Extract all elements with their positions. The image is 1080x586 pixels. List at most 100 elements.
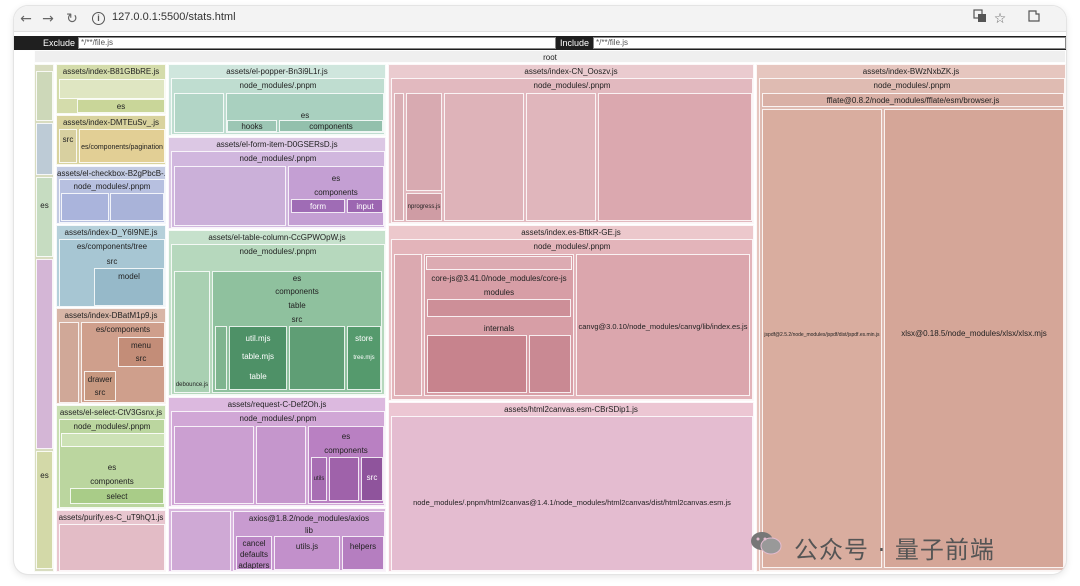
sub-block[interactable] [426, 256, 572, 270]
chunk-el-form-item[interactable]: assets/el-form-item-D0GSERsD.js node_mod… [168, 137, 386, 229]
sub-block[interactable] [598, 93, 752, 221]
sub-block[interactable] [394, 254, 422, 396]
sub-block[interactable]: input [347, 199, 383, 213]
sub-block[interactable]: node_modules/.pnpm [59, 179, 165, 223]
include-input[interactable]: */**/file.js [593, 37, 1066, 49]
sub-block[interactable] [526, 93, 596, 221]
chunk-index-cn[interactable]: assets/index-CN_Ooszv.js node_modules/.p… [388, 64, 754, 224]
sub-block[interactable] [444, 93, 524, 221]
side-block[interactable] [36, 259, 53, 449]
sub-block[interactable]: cancel defaults adapters [236, 536, 272, 570]
sub-block[interactable]: node_modules/.pnpm es components form in… [171, 151, 385, 228]
info-icon[interactable]: i [92, 12, 105, 25]
sub-block[interactable] [110, 193, 164, 221]
sub-block[interactable] [61, 193, 109, 221]
sub-block[interactable] [61, 433, 164, 447]
sub-block[interactable] [529, 335, 571, 393]
sub-block[interactable]: xlsx@0.18.5/node_modules/xlsx/xlsx.mjs [884, 109, 1064, 568]
side-block[interactable] [36, 71, 53, 121]
sub-block[interactable]: node_modules/.pnpm fflate@0.8.2/node_mod… [759, 78, 1065, 571]
exclude-input[interactable]: */**/file.js [78, 37, 556, 49]
back-icon[interactable]: ← [16, 9, 36, 29]
chunk-axios[interactable]: axios@1.8.2/node_modules/axios lib cance… [168, 508, 386, 572]
translate-icon[interactable] [970, 9, 990, 29]
sub-block[interactable] [59, 524, 165, 571]
sub-block[interactable]: node_modules/.pnpm es components utils s… [171, 411, 385, 506]
sub-block[interactable] [171, 511, 231, 571]
chunk-html2canvas[interactable]: assets/html2canvas.esm-CBrSDip1.js node_… [388, 402, 754, 572]
chunk-request[interactable]: assets/request-C-Def2Oh.js node_modules/… [168, 397, 386, 507]
chunk-el-popper[interactable]: assets/el-popper-Bn3i9L1r.js node_module… [168, 64, 386, 136]
side-strip[interactable]: es es [34, 64, 54, 572]
chunk-index-dmt[interactable]: assets/index-DMTEuSv_.js src es/componen… [56, 115, 166, 165]
chunk-index-b81[interactable]: assets/index-B81GBbRE.js es [56, 64, 166, 114]
sub-block[interactable]: nprogress.js [406, 193, 442, 221]
sub-block[interactable] [289, 326, 345, 390]
sub-block[interactable] [329, 457, 359, 501]
sub-block[interactable] [394, 93, 404, 221]
sub-block[interactable]: utils.js [274, 536, 340, 570]
sub-block[interactable] [59, 322, 79, 403]
sub-block[interactable]: form [291, 199, 345, 213]
reload-icon[interactable]: ↻ [62, 9, 82, 29]
sub-block[interactable]: core-js@3.41.0/node_modules/core-js modu… [424, 254, 574, 396]
sub-block[interactable] [215, 326, 227, 390]
sub-block[interactable] [256, 426, 306, 504]
sub-block[interactable]: node_modules/.pnpm core-js@3.41.0/node_m… [391, 239, 753, 400]
sub-block[interactable]: menu src [118, 337, 164, 367]
sub-block[interactable]: es hooks components [226, 93, 384, 133]
star-icon[interactable]: ☆ [990, 9, 1010, 29]
sub-block[interactable]: node_modules/.pnpm/html2canvas@1.4.1/nod… [391, 416, 753, 571]
sub-block[interactable]: helpers [342, 536, 384, 570]
sub-block[interactable]: drawer src [84, 371, 116, 401]
extensions-icon[interactable] [1024, 9, 1044, 29]
chunk-index-dbat[interactable]: assets/index-DBatM1p9.js es/components m… [56, 308, 166, 404]
sub-block[interactable]: node_modules/.pnpm es hooks components [171, 78, 385, 135]
sub-block[interactable]: hooks [227, 120, 277, 132]
sub-block[interactable] [427, 335, 527, 393]
chunk-el-select[interactable]: assets/el-select-CtV3Gsnx.js node_module… [56, 405, 166, 509]
side-block[interactable] [36, 123, 53, 175]
sub-block[interactable]: select [70, 488, 164, 504]
forward-icon[interactable]: → [38, 9, 58, 29]
sub-block[interactable]: model [94, 268, 164, 306]
sub-block[interactable]: es [77, 99, 165, 113]
sub-block[interactable]: es components utils src [308, 426, 384, 504]
address-bar[interactable]: i 127.0.0.1:5500/stats.html [88, 9, 968, 29]
sub-block[interactable]: node_modules/.pnpm debounce.js es compon… [171, 244, 385, 395]
sub-block[interactable]: fflate@0.8.2/node_modules/fflate/esm/bro… [762, 93, 1064, 107]
sub-block[interactable]: canvg@3.0.10/node_modules/canvg/lib/inde… [576, 254, 750, 396]
side-block[interactable]: es [36, 177, 53, 257]
sub-label: defaults [239, 550, 269, 559]
sub-block[interactable]: debounce.js [174, 271, 210, 393]
sub-block[interactable] [427, 299, 571, 317]
sub-block[interactable]: util.mjs table.mjs table [229, 326, 287, 390]
treemap-root[interactable]: root [34, 50, 1066, 63]
sub-block[interactable]: utils [311, 457, 327, 501]
sub-block[interactable]: node_modules/.pnpm es components select [59, 419, 165, 508]
chunk-purify[interactable]: assets/purify.es-C_uT9hQ1.js [56, 510, 166, 572]
sub-block[interactable]: es/components/pagination [79, 129, 165, 163]
sub-block[interactable]: components [279, 120, 383, 132]
sub-block[interactable]: es components table src util.mjs table.m… [212, 271, 382, 393]
sub-block[interactable]: src [361, 457, 383, 501]
sub-block[interactable] [174, 426, 254, 504]
sub-block[interactable] [59, 79, 165, 99]
sub-block[interactable]: node_modules/.pnpm nprogress.js [391, 78, 753, 223]
sub-block[interactable] [174, 166, 286, 226]
chunk-el-table-column[interactable]: assets/el-table-column-CcGPWOpW.js node_… [168, 230, 386, 396]
sub-block[interactable]: es components form input [288, 166, 384, 226]
sub-block[interactable] [174, 93, 224, 133]
chunk-index-bwz[interactable]: assets/index-BWzNxbZK.js node_modules/.p… [756, 64, 1066, 572]
sub-block[interactable] [406, 93, 442, 191]
sub-block[interactable]: es/components menu src drawer src [81, 322, 165, 403]
chunk-el-checkbox[interactable]: assets/el-checkbox-B2gPbcB-.js node_modu… [56, 166, 166, 224]
sub-block[interactable]: es/components/tree src model [59, 239, 165, 306]
sub-block[interactable]: src [59, 129, 77, 163]
sub-block[interactable]: store tree.mjs [347, 326, 381, 390]
chunk-index-es[interactable]: assets/index.es-BftkR-GE.js node_modules… [388, 225, 754, 401]
sub-block[interactable]: jspdf@2.5.2/node_modules/jspdf/dist/jspd… [762, 109, 882, 568]
side-block[interactable]: es [36, 451, 53, 569]
sub-block[interactable]: axios@1.8.2/node_modules/axios lib cance… [233, 511, 385, 571]
chunk-index-d-y6[interactable]: assets/index-D_Y6I9NE.js es/components/t… [56, 225, 166, 307]
